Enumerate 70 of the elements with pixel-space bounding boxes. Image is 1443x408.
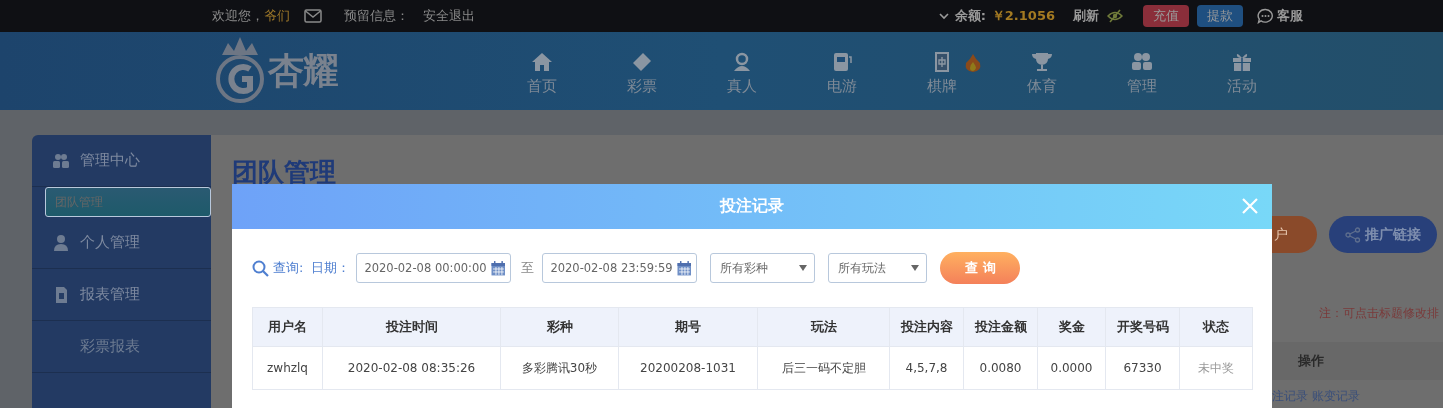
page-title: 团队管理 — [232, 156, 337, 189]
nav-item[interactable]: 活动 — [1192, 46, 1292, 96]
table-cell: 67330 — [1105, 346, 1180, 390]
group-icon — [52, 151, 70, 170]
column-header: 期号 — [618, 307, 758, 347]
balance-label: 余额: — [954, 7, 986, 25]
ticket-icon — [631, 50, 653, 73]
column-header: 操作 — [1298, 352, 1324, 370]
house-icon — [531, 50, 553, 73]
chevron-down-icon[interactable] — [938, 12, 949, 20]
table-cell: 后三一码不定胆 — [757, 346, 890, 390]
nav-item[interactable]: 棋牌 — [892, 46, 992, 96]
logout-link[interactable]: 安全退出 — [423, 7, 475, 25]
column-header: 奖金 — [1037, 307, 1106, 347]
column-header: 投注金额 — [963, 307, 1038, 347]
nav-item[interactable]: 体育 — [992, 46, 1092, 96]
share-icon — [1345, 226, 1361, 243]
promo-link-button[interactable]: 推广链接 — [1329, 216, 1437, 253]
nav-item[interactable]: 首页 — [492, 46, 592, 96]
column-header: 玩法 — [757, 307, 890, 347]
flame-badge-icon — [963, 52, 983, 73]
slot-machine-icon — [831, 50, 853, 73]
calendar-icon — [676, 260, 692, 276]
open-account-button[interactable]: 户 — [1272, 216, 1317, 253]
person-icon — [731, 50, 753, 73]
range-separator: 至 — [521, 259, 535, 277]
recharge-button[interactable]: 充值 — [1143, 5, 1189, 27]
play-type-dropdown[interactable]: 所有玩法 — [828, 253, 928, 283]
query-button[interactable]: 查 询 — [940, 252, 1021, 284]
person-icon — [52, 233, 70, 252]
start-date-field[interactable]: 2020-02-08 00:00:00 — [356, 253, 512, 283]
mail-icon[interactable] — [304, 9, 322, 23]
table-cell: 多彩腾讯30秒 — [500, 346, 619, 390]
dropdown-arrow-icon — [799, 265, 808, 271]
chat-icon[interactable] — [1257, 8, 1274, 24]
refresh-link[interactable]: 刷新 — [1073, 7, 1099, 25]
column-header: 彩种 — [500, 307, 619, 347]
group-icon — [1131, 50, 1153, 73]
dialog-title: 投注记录 — [720, 196, 784, 217]
date-label: 日期： — [311, 259, 351, 277]
nav-item[interactable]: 管理 — [1092, 46, 1192, 96]
reserved-info-label: 预留信息： — [344, 7, 409, 25]
nav-item[interactable]: 电游 — [792, 46, 892, 96]
customer-service-link[interactable]: 客服 — [1277, 7, 1303, 25]
column-header: 投注时间 — [322, 307, 501, 347]
column-header: 状态 — [1179, 307, 1253, 347]
welcome-text: 欢迎您，爷们 — [212, 7, 290, 25]
table-cell: zwhzlq — [252, 346, 323, 390]
eye-slash-icon[interactable] — [1107, 9, 1123, 23]
end-date-field[interactable]: 2020-02-08 23:59:59 — [542, 253, 698, 283]
column-header: 投注内容 — [889, 307, 964, 347]
balance-amount: ￥2.1056 — [991, 7, 1055, 25]
dropdown-arrow-icon — [911, 265, 920, 271]
table-cell: 2020-02-08 08:35:26 — [322, 346, 501, 390]
column-header: 用户名 — [252, 307, 323, 347]
table-cell: 0.0000 — [1037, 346, 1106, 390]
trophy-icon — [1031, 50, 1053, 73]
nav-item[interactable]: 彩票 — [592, 46, 692, 96]
calendar-icon — [490, 260, 506, 276]
nav-item[interactable]: 真人 — [692, 46, 792, 96]
lottery-type-dropdown[interactable]: 所有彩种 — [710, 253, 816, 283]
query-label: 查询: — [273, 259, 304, 277]
table-cell: 4,5,7,8 — [889, 346, 964, 390]
table-cell: 0.0080 — [963, 346, 1038, 390]
withdraw-button[interactable]: 提款 — [1197, 5, 1243, 27]
column-header: 开奖号码 — [1105, 307, 1180, 347]
search-icon — [252, 259, 269, 277]
logo-text: 杏耀 — [268, 48, 338, 93]
table-cell: 20200208-1031 — [618, 346, 758, 390]
table-cell: 未中奖 — [1179, 346, 1253, 390]
